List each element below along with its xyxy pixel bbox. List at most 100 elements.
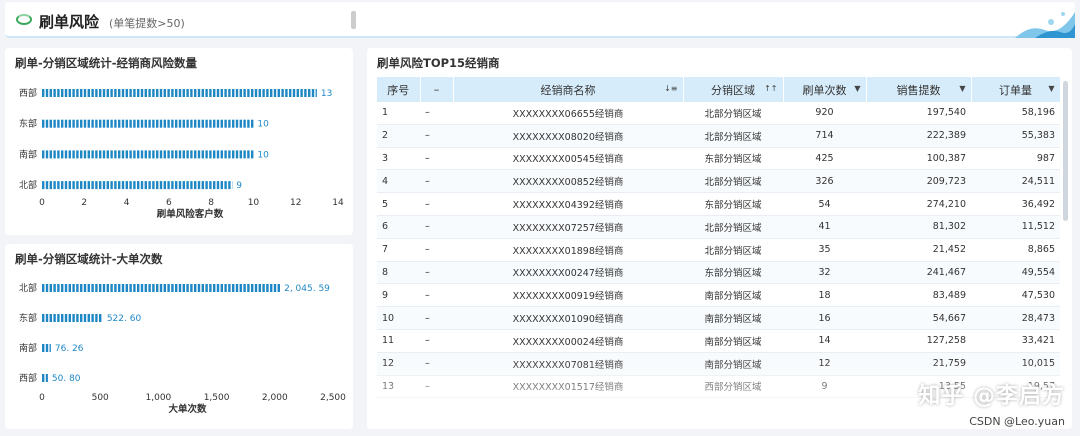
table-cell: 南部分销区域 <box>683 283 783 308</box>
table-cell: XXXXXXXX01517经销商 <box>453 375 683 399</box>
table-cell: 东部分销区域 <box>683 147 783 171</box>
dropdown-arrow-icon[interactable]: ▼ <box>1048 84 1054 93</box>
table-row[interactable]: 6– XXXXXXXX07257经销商 北部分销区域 41 81,302 11,512 <box>377 215 1060 239</box>
x-tick-label: 8 <box>208 198 214 208</box>
bar-value-label: 522. 60 <box>107 314 142 324</box>
col-header-dealer-name[interactable]: 经销商名称 ↓≡ <box>453 77 684 102</box>
table-cell: 55,383 <box>971 124 1060 148</box>
table-cell: – <box>420 283 453 308</box>
table-cell: XXXXXXXX00852经销商 <box>453 169 683 194</box>
x-tick-label: 10 <box>248 198 260 208</box>
bar[interactable] <box>42 284 280 292</box>
table-header-row: 序号 – 经销商名称 ↓≡ 分销区域 ↑↑ 刷单次数 ▼ 销售提数 ▼ 订单量 ▼ <box>377 77 1061 102</box>
col-header-dash[interactable]: – <box>420 77 454 102</box>
top15-table: 序号 – 经销商名称 ↓≡ 分销区域 ↑↑ 刷单次数 ▼ 销售提数 ▼ 订单量 ▼ 1– X… <box>377 77 1061 399</box>
x-tick-label: 2 <box>81 198 87 208</box>
table-cell: 1 <box>377 102 420 125</box>
table-row[interactable]: 5– XXXXXXXX04392经销商 东部分销区域 54 274,210 36,492 <box>377 192 1060 216</box>
table-cell: – <box>420 124 453 148</box>
table-cell: 北部分销区域 <box>683 169 783 194</box>
table-cell: 西部分销区域 <box>683 375 783 399</box>
col-header-sales-volume[interactable]: 销售提数 ▼ <box>866 77 972 102</box>
table-row[interactable]: 4– XXXXXXXX00852经销商 北部分销区域 326 209,723 24,511 <box>377 169 1060 194</box>
table-cell: 12 <box>783 352 866 376</box>
col-header-index[interactable]: 序号 <box>377 77 421 102</box>
table-cell: XXXXXXXX00024经销商 <box>453 329 683 353</box>
table-cell: 5 <box>377 192 420 216</box>
bar[interactable] <box>42 181 233 190</box>
table-cell: XXXXXXXX07257经销商 <box>453 215 683 239</box>
top15-title: 刷单风险TOP15经销商 <box>377 56 500 70</box>
sort-desc-icon[interactable]: ↓≡ <box>664 84 677 93</box>
table-cell: 3 <box>377 147 420 171</box>
bar-value-label: 50. 80 <box>52 374 81 384</box>
table-cell: XXXXXXXX07081经销商 <box>453 352 683 376</box>
big-order-chart: 0 500 1,000 1,500 2,000 2,500 大单次数 北部 2, 045. 59… <box>19 282 346 415</box>
table-cell: XXXXXXXX01898经销商 <box>453 238 683 262</box>
table-scrollbar[interactable] <box>1063 81 1068 221</box>
col-header-order-qty[interactable]: 订单量 ▼ <box>971 77 1061 102</box>
table-cell: XXXXXXXX04392经销商 <box>453 192 683 216</box>
table-row[interactable]: 8– XXXXXXXX00247经销商 东部分销区域 32 241,467 49,554 <box>377 261 1060 285</box>
bar-value-label: 9 <box>236 181 242 191</box>
y-category-label: 西部 <box>19 87 37 99</box>
page-subtitle: (单笔提数>50) <box>109 17 185 30</box>
bar[interactable] <box>42 150 254 159</box>
table-row[interactable]: 9– XXXXXXXX00919经销商 南部分销区域 18 83,489 47,530 <box>377 283 1060 308</box>
table-cell: 83,489 <box>866 283 971 308</box>
table-row[interactable]: 7– XXXXXXXX01898经销商 北部分销区域 35 21,452 8,865 <box>377 238 1060 262</box>
table-cell: 49,554 <box>971 261 1060 285</box>
table-cell: 425 <box>783 147 866 171</box>
table-cell: 100,387 <box>866 147 971 171</box>
table-row[interactable]: 11– XXXXXXXX00024经销商 南部分销区域 14 127,258 33,421 <box>377 329 1060 353</box>
table-row[interactable]: 2– XXXXXXXX08020经销商 北部分销区域 714 222,389 55,383 <box>377 124 1060 148</box>
dropdown-arrow-icon[interactable]: ▼ <box>959 84 965 93</box>
table-cell: – <box>420 192 453 216</box>
table-cell: – <box>420 261 453 285</box>
table-cell: 33,421 <box>971 329 1060 353</box>
logo-icon <box>16 14 32 25</box>
table-row[interactable]: 3– XXXXXXXX00545经销商 东部分销区域 425 100,387 987 <box>377 147 1060 171</box>
x-tick-label: 12 <box>290 198 301 208</box>
x-tick-label: 6 <box>166 198 172 208</box>
resize-handle[interactable] <box>351 11 356 29</box>
zhihu-watermark: 知乎 @李启方 <box>918 384 1065 409</box>
bar[interactable] <box>42 119 254 128</box>
bar[interactable] <box>42 344 51 352</box>
bar-value-label: 10 <box>257 150 269 160</box>
table-cell: 10 <box>377 306 420 330</box>
table-cell: 987 <box>971 147 1060 171</box>
table-cell: 7 <box>377 238 420 262</box>
table-cell: 54 <box>783 192 866 216</box>
table-row[interactable]: 1– XXXXXXXX06655经销商 北部分销区域 920 197,540 58,196 <box>377 102 1060 125</box>
y-category-label: 东部 <box>19 118 37 130</box>
table-cell: 58,196 <box>971 102 1060 125</box>
table-cell: 4 <box>377 169 420 194</box>
sort-asc-icon[interactable]: ↑↑ <box>764 84 777 93</box>
table-cell: XXXXXXXX00247经销商 <box>453 261 683 285</box>
risk-count-chart: 0 2 4 6 8 10 12 14 刷单风险客户数 西部 13 东部 10 南部 10 北部 9 <box>19 87 344 220</box>
bar-value-label: 76. 26 <box>55 344 84 354</box>
x-tick-label: 500 <box>92 393 109 403</box>
risk-count-panel: 刷单-分销区域统计-经销商风险数量 0 2 4 6 8 10 12 14 刷单风险客户数 西部 13… <box>5 48 353 235</box>
table-cell: 6 <box>377 215 420 239</box>
x-axis-title: 大单次数 <box>168 403 207 415</box>
table-cell: 35 <box>783 238 866 262</box>
table-cell: – <box>420 238 453 262</box>
table-row[interactable]: 10– XXXXXXXX01090经销商 南部分销区域 16 54,667 28,473 <box>377 306 1060 330</box>
bar[interactable] <box>42 374 48 382</box>
table-cell: 北部分销区域 <box>683 215 783 239</box>
table-cell: 326 <box>783 169 866 194</box>
table-cell: 32 <box>783 261 866 285</box>
bar[interactable] <box>42 89 317 97</box>
col-header-region[interactable]: 分销区域 ↑↑ <box>683 77 784 102</box>
bar[interactable] <box>42 314 103 322</box>
table-cell: 8,865 <box>971 238 1060 262</box>
bar-value-label: 10 <box>257 120 269 130</box>
col-header-order-count[interactable]: 刷单次数 ▼ <box>783 77 867 102</box>
table-cell: 24,511 <box>971 169 1060 194</box>
table-cell: – <box>420 147 453 171</box>
dropdown-arrow-icon[interactable]: ▼ <box>854 84 860 93</box>
table-row[interactable]: 12– XXXXXXXX07081经销商 南部分销区域 12 21,759 10,015 <box>377 352 1060 376</box>
x-tick-label: 2,500 <box>320 393 346 403</box>
